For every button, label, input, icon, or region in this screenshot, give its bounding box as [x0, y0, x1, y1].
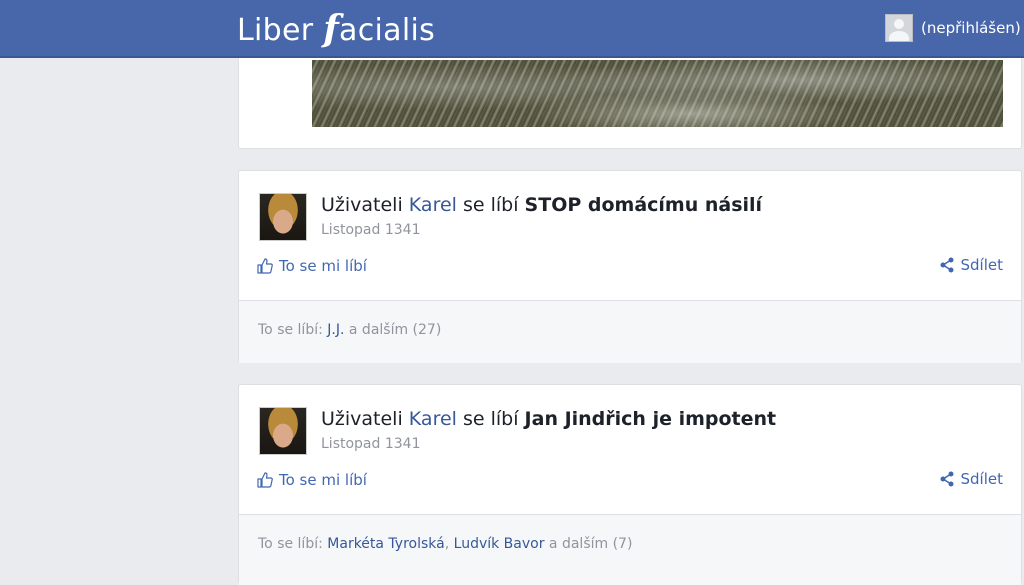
liker-link[interactable]: J.J.: [327, 322, 344, 338]
post-card: Uživateli Karel se líbí STOP domácímu ná…: [238, 170, 1022, 363]
post-headline: Uživateli Karel se líbí Jan Jindřich je …: [321, 406, 776, 432]
thumbs-up-icon: [257, 258, 273, 274]
user-status: (nepřihlášen): [921, 19, 1021, 37]
image-post-card: [238, 58, 1022, 149]
share-button[interactable]: Sdílet: [939, 470, 1004, 488]
post-header: Uživateli Karel se líbí STOP domácímu ná…: [259, 193, 762, 241]
likes-prefix: To se líbí:: [258, 322, 328, 338]
page-link[interactable]: Jan Jindřich je impotent: [525, 408, 777, 430]
logo-text-left: Liber: [237, 13, 324, 48]
user-link[interactable]: Karel: [409, 408, 457, 430]
avatar[interactable]: [259, 407, 307, 455]
post-header: Uživateli Karel se líbí Jan Jindřich je …: [259, 407, 776, 455]
share-button[interactable]: Sdílet: [939, 256, 1004, 274]
headline-verb: se líbí: [456, 194, 525, 216]
site-logo[interactable]: Liber facialis: [237, 7, 436, 50]
user-menu[interactable]: (nepřihlášen): [885, 14, 1021, 42]
likes-suffix[interactable]: a dalším (27): [344, 322, 441, 338]
like-button[interactable]: To se mi líbí: [257, 471, 367, 489]
post-header-text: Uživateli Karel se líbí STOP domácímu ná…: [321, 193, 762, 241]
liker-link[interactable]: Markéta Tyrolská: [327, 536, 444, 552]
post-date[interactable]: Listopad 1341: [321, 436, 776, 452]
liker-link[interactable]: Ludvík Bavor: [454, 536, 545, 552]
likers-separator: ,: [444, 536, 454, 552]
headline-verb: se líbí: [456, 408, 525, 430]
logo-text-right: acialis: [339, 13, 436, 48]
logo-f-mark: f: [323, 8, 340, 50]
like-label: To se mi líbí: [279, 257, 367, 275]
post-headline: Uživateli Karel se líbí STOP domácímu ná…: [321, 192, 762, 218]
page-link[interactable]: STOP domácímu násilí: [525, 194, 763, 216]
share-label: Sdílet: [960, 470, 1004, 488]
share-icon: [939, 257, 955, 273]
share-icon: [939, 471, 955, 487]
post-card: Uživateli Karel se líbí Jan Jindřich je …: [238, 384, 1022, 585]
likes-suffix[interactable]: a dalším (7): [544, 536, 633, 552]
headline-prefix: Uživateli: [321, 194, 409, 216]
like-button[interactable]: To se mi líbí: [257, 257, 367, 275]
likes-summary: To se líbí: Markéta Tyrolská, Ludvík Bav…: [239, 514, 1021, 585]
likes-prefix: To se líbí:: [258, 536, 328, 552]
user-link[interactable]: Karel: [409, 194, 457, 216]
default-avatar-icon: [885, 14, 913, 42]
post-photo[interactable]: [312, 60, 1003, 127]
likes-summary: To se líbí: J.J. a dalším (27): [239, 300, 1021, 363]
post-header-text: Uživateli Karel se líbí Jan Jindřich je …: [321, 407, 776, 455]
thumbs-up-icon: [257, 472, 273, 488]
like-label: To se mi líbí: [279, 471, 367, 489]
top-bar: Liber facialis (nepřihlášen): [0, 0, 1024, 58]
avatar[interactable]: [259, 193, 307, 241]
share-label: Sdílet: [960, 256, 1004, 274]
headline-prefix: Uživateli: [321, 408, 409, 430]
post-date[interactable]: Listopad 1341: [321, 222, 762, 238]
